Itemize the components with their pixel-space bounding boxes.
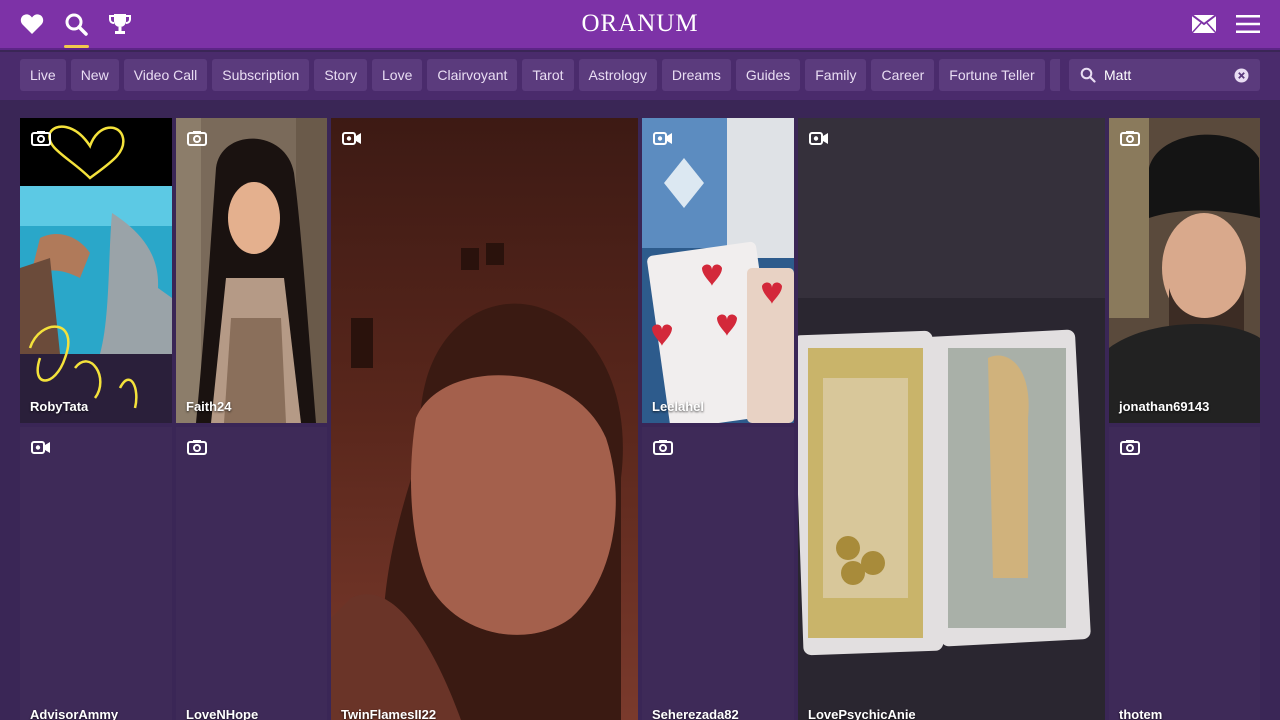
psychic-tile-featured[interactable]: LovePsychicAnie — [798, 118, 1105, 720]
psychic-tile[interactable]: thotem — [1109, 427, 1260, 720]
tarot-cards-photo — [642, 118, 794, 423]
chip-dreams[interactable]: Dreams — [661, 59, 731, 91]
search-input[interactable] — [1104, 59, 1229, 91]
psychic-name: thotem — [1119, 707, 1163, 720]
psychic-tile[interactable]: LoveNHope — [176, 427, 327, 720]
psychic-tile[interactable]: AdvisorAmmy — [20, 427, 172, 720]
psychic-name: jonathan69143 — [1119, 399, 1210, 414]
psychic-name: AdvisorAmmy — [30, 707, 119, 720]
chip-new[interactable]: New — [70, 59, 119, 91]
live-video-preview — [798, 118, 1105, 720]
psychic-name: Faith24 — [186, 399, 232, 414]
photo-icon — [31, 131, 51, 146]
psychic-tile[interactable]: Leelahel — [642, 118, 794, 423]
chip-story[interactable]: Story — [314, 59, 367, 91]
psychic-name: TwinFlamesII22 — [341, 707, 437, 720]
category-filter-bar: Live New Video Call Subscription Story Love Cl… — [0, 52, 1280, 100]
profile-photo — [1109, 118, 1260, 423]
video-icon — [31, 441, 50, 454]
video-icon — [809, 132, 828, 145]
oranum-logo[interactable]: ORANUM — [0, 10, 1280, 38]
chip-career[interactable]: Career — [871, 59, 935, 91]
chip-tarot[interactable]: Tarot — [522, 59, 574, 91]
psychic-tile[interactable]: Seherezada82 — [642, 427, 794, 720]
psychic-tile-featured[interactable]: TwinFlamesII22 — [331, 118, 638, 720]
chip-astrology[interactable]: Astrology — [578, 59, 657, 91]
psychic-name: Leelahel — [652, 399, 705, 414]
search-field[interactable] — [1069, 59, 1260, 91]
chip-love[interactable]: Love — [372, 59, 423, 91]
video-icon — [653, 132, 672, 145]
photo-icon — [653, 440, 673, 455]
photo-icon — [1120, 440, 1140, 455]
category-chips: Live New Video Call Subscription Story Love Cl… — [20, 59, 1060, 91]
psychic-tile[interactable]: Faith24 — [176, 118, 327, 423]
live-video-preview — [331, 118, 638, 720]
chip-live[interactable]: Live — [20, 59, 66, 91]
search-icon — [1080, 67, 1096, 88]
psychic-name: LovePsychicAnie — [808, 707, 916, 720]
chip-guides[interactable]: Guides — [735, 59, 801, 91]
active-tab-indicator — [64, 45, 89, 48]
photo-icon — [1120, 131, 1140, 146]
chip-clairvoyant[interactable]: Clairvoyant — [427, 59, 518, 91]
chip-family[interactable]: Family — [805, 59, 867, 91]
top-navigation-bar: ORANUM — [0, 0, 1280, 50]
psychic-tile[interactable]: RobyTata — [20, 118, 172, 423]
chip-video-call[interactable]: Video Call — [123, 59, 208, 91]
photo-icon — [187, 440, 207, 455]
photo-icon — [187, 131, 207, 146]
profile-photo — [176, 118, 327, 423]
mail-icon[interactable] — [1191, 11, 1217, 37]
psychic-name: RobyTata — [30, 399, 89, 414]
hamburger-menu-icon[interactable] — [1235, 11, 1261, 37]
psychic-name: Seherezada82 — [652, 707, 739, 720]
chip-subscription[interactable]: Subscription — [212, 59, 310, 91]
chip-truncated[interactable]: I — [1049, 59, 1060, 91]
psychic-tile[interactable]: jonathan69143 — [1109, 118, 1260, 423]
profile-photo — [20, 118, 172, 423]
video-icon — [342, 132, 361, 145]
clear-search-icon[interactable] — [1234, 68, 1249, 88]
psychic-name: LoveNHope — [186, 707, 259, 720]
chip-fortune-teller[interactable]: Fortune Teller — [939, 59, 1045, 91]
